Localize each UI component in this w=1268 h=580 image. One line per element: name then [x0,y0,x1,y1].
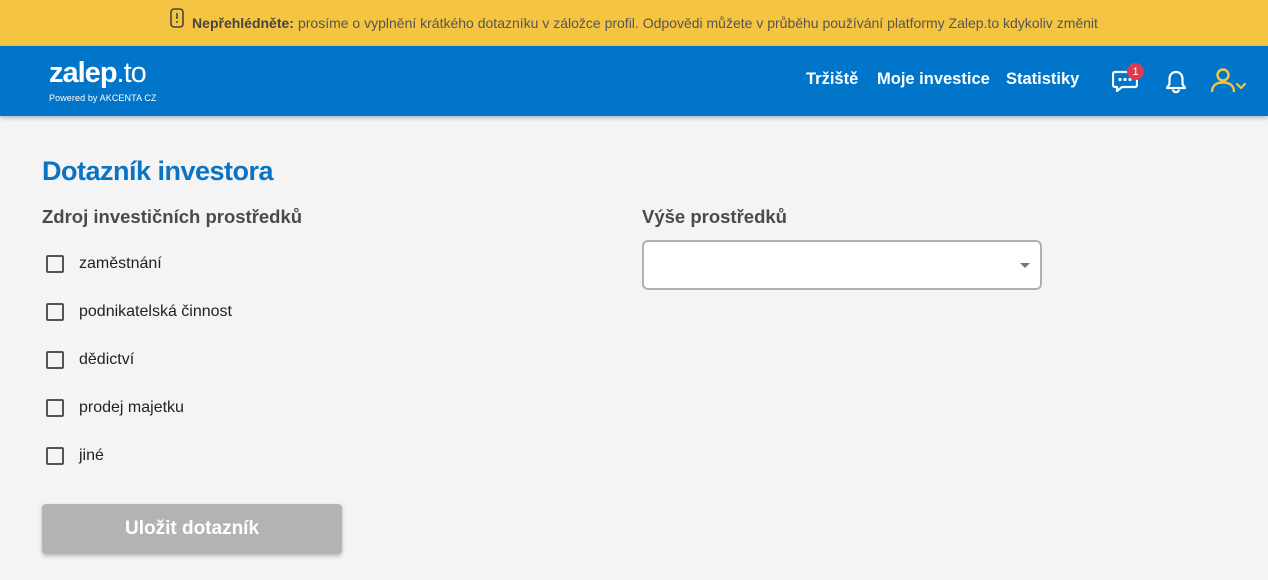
checkbox-box[interactable] [46,399,64,417]
user-icon[interactable] [1210,67,1236,98]
nav-link-my-investments[interactable]: Moje investice [877,70,990,89]
navbar: zalep.to Powered by AKCENTA CZ Tržiště M… [0,46,1268,116]
nav-link-marketplace[interactable]: Tržiště [806,70,858,89]
logo-powered-by: Powered by AKCENTA CZ [49,93,157,103]
amount-section-title: Výše prostředků [642,206,787,227]
checkbox-box[interactable] [46,447,64,465]
checkbox-business[interactable]: podnikatelská činnost [46,302,232,322]
checkbox-employment[interactable]: zaměstnání [46,254,162,274]
page-title: Dotazník investora [42,156,274,186]
nav-link-statistics[interactable]: Statistiky [1006,70,1079,89]
checkbox-other[interactable]: jiné [46,446,104,466]
checkbox-label: jiné [79,447,104,464]
save-questionnaire-button[interactable]: Uložit dotazník [42,504,342,554]
notice-text: prosíme o vyplnění krátkého dotazníku v … [297,15,1098,31]
checkbox-box[interactable] [46,255,64,273]
messages-badge: 1 [1127,63,1144,80]
bell-icon[interactable] [1165,70,1187,99]
checkbox-label: prodej majetku [79,399,184,416]
logo-wordmark: zalep.to [49,57,147,89]
notice-bold: Nepřehlédněte: [192,15,294,31]
checkbox-label: zaměstnání [79,255,162,272]
checkbox-label: dědictví [79,351,135,368]
checkbox-box[interactable] [46,303,64,321]
checkbox-box[interactable] [46,351,64,369]
checkbox-inheritance[interactable]: dědictví [46,350,134,370]
chevron-down-icon[interactable] [1235,77,1247,95]
caret-down-icon [1020,263,1030,268]
notice-bar: Nepřehlédněte: prosíme o vyplnění krátké… [0,0,1268,46]
checkbox-property-sale[interactable]: prodej majetku [46,398,184,418]
info-document-icon [170,8,184,28]
amount-select[interactable] [642,240,1042,290]
logo[interactable]: zalep.to Powered by AKCENTA CZ [49,58,156,103]
checkbox-label: podnikatelská činnost [79,303,232,320]
source-section-title: Zdroj investičních prostředků [42,206,303,227]
